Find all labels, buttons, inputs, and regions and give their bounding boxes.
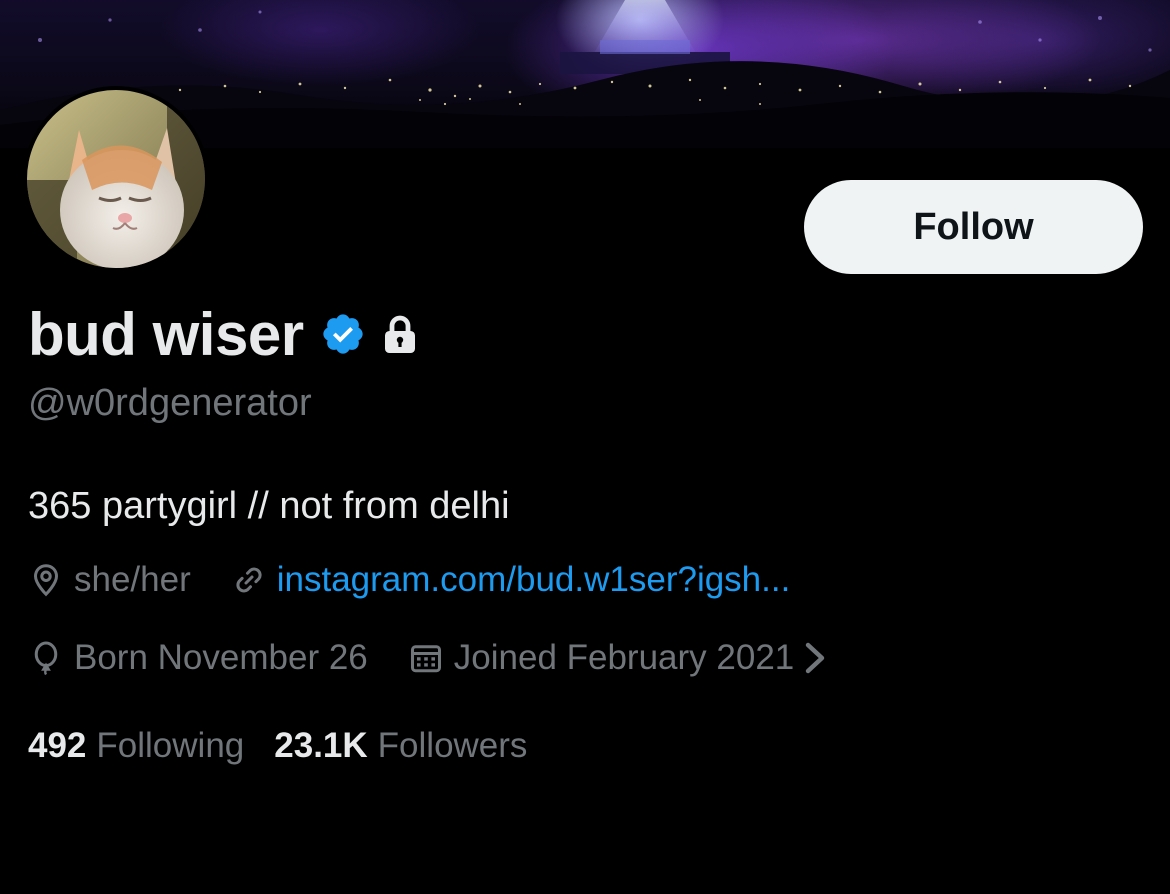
location-text: she/her	[74, 560, 191, 599]
following-stat[interactable]: 492 Following	[28, 726, 244, 766]
profile-handle: @w0rdgenerator	[28, 382, 312, 424]
following-label: Following	[96, 726, 245, 765]
profile-stats: 492 Following 23.1K Followers	[28, 726, 557, 766]
profile-bio: 365 partygirl // not from delhi	[28, 485, 510, 527]
website-link[interactable]: instagram.com/bud.w1ser?igsh...	[277, 560, 791, 600]
profile-meta-row-2: Born November 26 Joined February 2021	[28, 638, 866, 678]
followers-count: 23.1K	[274, 726, 368, 765]
location-item: she/her	[28, 560, 191, 600]
following-count: 492	[28, 726, 87, 765]
profile-avatar[interactable]	[27, 90, 205, 268]
profile-meta-row-1: she/her instagram.com/bud.w1ser?igsh...	[28, 560, 830, 600]
calendar-icon	[408, 640, 444, 676]
display-name: bud wiser	[28, 300, 304, 368]
followers-label: Followers	[377, 726, 528, 765]
joined-item[interactable]: Joined February 2021	[408, 638, 827, 678]
follow-button[interactable]: Follow	[804, 180, 1143, 274]
joined-text: Joined February 2021	[453, 638, 795, 677]
location-pin-icon	[28, 562, 64, 598]
profile-name-row: bud wiser	[28, 298, 418, 370]
verified-badge-icon[interactable]	[320, 311, 366, 357]
followers-stat[interactable]: 23.1K Followers	[274, 726, 527, 766]
website-item[interactable]: instagram.com/bud.w1ser?igsh...	[231, 560, 791, 600]
birthday-text: Born November 26	[74, 638, 368, 677]
birthday-item: Born November 26	[28, 638, 368, 678]
link-icon	[231, 562, 267, 598]
chevron-right-icon	[804, 641, 826, 675]
balloon-icon	[28, 640, 64, 676]
protected-lock-icon	[382, 314, 418, 354]
cat-avatar	[27, 90, 205, 268]
